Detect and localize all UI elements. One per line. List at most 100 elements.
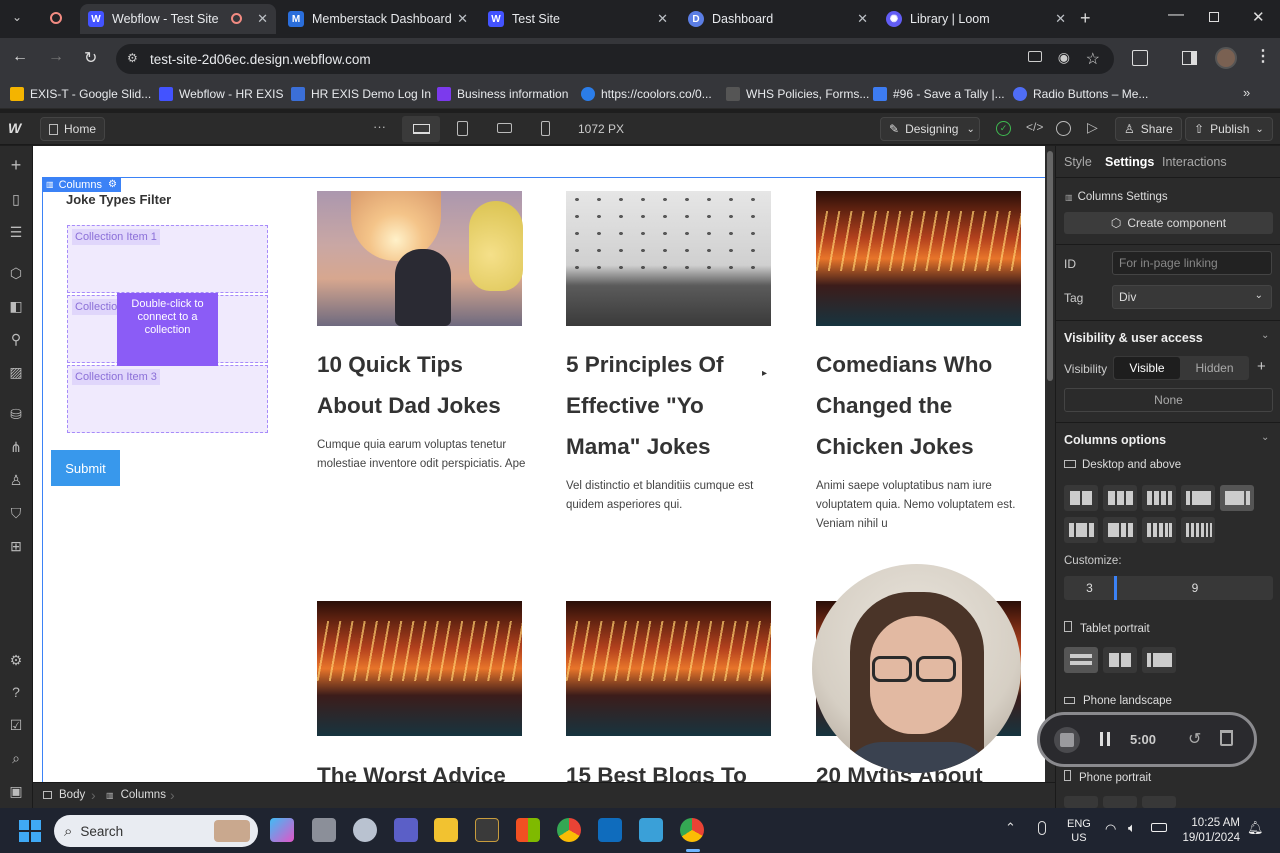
pause-icon[interactable]	[1100, 732, 1110, 746]
tablet-layout-2col[interactable]	[1103, 647, 1137, 673]
bookmark-item[interactable]: HR EXIS Demo Log In	[291, 85, 431, 103]
breakpoint-desktop-button[interactable]	[402, 116, 440, 142]
tablet-layout-1-3col[interactable]	[1142, 647, 1176, 673]
connect-collection-tooltip[interactable]: Double-click to connect to a collection	[117, 293, 218, 366]
mode-dropdown[interactable]: ✎ Designing ⌄	[880, 117, 980, 141]
add-condition-icon[interactable]: +	[1257, 358, 1266, 375]
navigator-icon[interactable]: ☰	[7, 223, 25, 241]
components-icon[interactable]: ⬡	[7, 264, 25, 282]
side-panel-icon[interactable]	[1182, 51, 1197, 65]
help-icon[interactable]: ?	[7, 683, 25, 701]
scrollbar-thumb[interactable]	[1047, 151, 1053, 381]
tab-interactions[interactable]: Interactions	[1162, 155, 1227, 169]
assets-icon[interactable]: ▨	[7, 363, 25, 381]
chevron-down-icon[interactable]: ⌄	[1261, 432, 1269, 443]
notepad-icon[interactable]	[639, 818, 663, 842]
columns-options-heading[interactable]: Columns options	[1064, 433, 1166, 447]
tab-webflow[interactable]: W Webflow - Test Site ✕	[80, 4, 276, 34]
tab-test-site[interactable]: W Test Site ✕	[480, 4, 676, 34]
pages-icon[interactable]: ▯	[7, 190, 25, 208]
minimize-icon[interactable]: —	[1168, 6, 1184, 24]
layout-1-3col[interactable]	[1181, 485, 1215, 511]
visibility-heading[interactable]: Visibility & user access	[1064, 331, 1203, 345]
trash-icon[interactable]	[1220, 730, 1233, 746]
outlook-icon[interactable]	[598, 818, 622, 842]
phone-layout-2col[interactable]	[1103, 796, 1137, 808]
forward-icon[interactable]: →	[48, 48, 64, 66]
bookmark-item[interactable]: Webflow - HR EXIS	[159, 85, 283, 103]
search-icon[interactable]: ⌕	[7, 749, 25, 767]
notification-bell-icon[interactable]: 🔔︎	[1247, 820, 1264, 836]
submit-button[interactable]: Submit	[51, 450, 120, 486]
variables-icon[interactable]: ⚲	[7, 330, 25, 348]
reload-icon[interactable]: ↻	[84, 48, 97, 68]
close-tab-icon[interactable]: ✕	[257, 11, 268, 27]
code-icon[interactable]: </>	[1026, 120, 1043, 134]
tab-loom[interactable]: ✺ Library | Loom ✕	[878, 4, 1074, 34]
video-icon[interactable]: ▣	[7, 782, 25, 800]
id-input[interactable]: For in-page linking	[1112, 251, 1272, 275]
canvas-scrollbar[interactable]	[1045, 146, 1055, 782]
task-view-icon[interactable]	[312, 818, 336, 842]
close-window-icon[interactable]: ✕	[1252, 8, 1265, 26]
volume-icon[interactable]: 🔈︎	[1128, 820, 1136, 836]
tab-settings[interactable]: Settings	[1105, 155, 1154, 169]
weather-icon[interactable]	[353, 818, 377, 842]
microsoft-store-icon[interactable]	[516, 818, 540, 842]
close-tab-icon[interactable]: ✕	[657, 11, 668, 27]
styles-icon[interactable]: ◧	[7, 297, 25, 315]
close-tab-icon[interactable]: ✕	[457, 11, 468, 27]
users-icon[interactable]: ♙	[7, 471, 25, 489]
breadcrumb-body[interactable]: Body	[43, 789, 85, 801]
ecommerce-icon[interactable]: ⛉	[7, 504, 25, 522]
layout-3col[interactable]	[1103, 485, 1137, 511]
column-split-control[interactable]: 3 9	[1064, 576, 1273, 600]
page-selector[interactable]: Home	[40, 117, 106, 141]
tab-memberstack[interactable]: M Memberstack Dashboard ✕	[280, 4, 476, 34]
layout-4col[interactable]	[1142, 485, 1176, 511]
app-icon[interactable]	[475, 818, 499, 842]
language-indicator[interactable]: ENG US	[1067, 817, 1091, 845]
tab-style[interactable]: Style	[1064, 155, 1092, 169]
battery-icon[interactable]	[1151, 823, 1167, 832]
new-tab-icon[interactable]: +	[1080, 8, 1091, 29]
preview-play-icon[interactable]: ▷	[1087, 119, 1098, 136]
tab-dashboard[interactable]: D Dashboard ✕	[680, 4, 876, 34]
breadcrumb-columns[interactable]: ▥ Columns	[106, 789, 166, 801]
column-right-value[interactable]: 9	[1117, 576, 1273, 600]
more-options-icon[interactable]: ···	[373, 119, 386, 134]
check-status-icon[interactable]: ✓	[996, 121, 1011, 136]
layout-2-1-1col[interactable]	[1103, 517, 1137, 543]
chevron-up-icon[interactable]: ⌃	[1005, 820, 1016, 836]
create-component-button[interactable]: ⬡ Create component	[1064, 212, 1273, 234]
bookmark-star-icon[interactable]: ☆	[1086, 49, 1100, 69]
more-menu-icon[interactable]: ⋮	[1255, 46, 1271, 66]
visibility-toggle[interactable]: Visible Hidden	[1113, 356, 1249, 380]
tablet-icon[interactable]	[457, 121, 468, 136]
comment-icon[interactable]	[1056, 121, 1071, 136]
taskbar-search[interactable]: ⌕ Search	[54, 815, 258, 847]
layout-6col[interactable]	[1181, 517, 1215, 543]
audit-icon[interactable]: ☑	[7, 716, 25, 734]
chrome-icon[interactable]	[557, 818, 581, 842]
wifi-icon[interactable]: ◠	[1105, 821, 1116, 837]
phone-icon[interactable]	[541, 121, 550, 136]
clock[interactable]: 10:25 AM 19/01/2024	[1180, 816, 1240, 846]
bookmark-item[interactable]: EXIS-T - Google Slid...	[10, 85, 151, 103]
windows-start-icon[interactable]	[19, 820, 41, 842]
chrome-profile-icon[interactable]	[680, 818, 704, 842]
cms-icon[interactable]: ⛁	[7, 405, 25, 423]
visible-option[interactable]: Visible	[1114, 357, 1180, 379]
add-icon[interactable]: +	[7, 156, 25, 174]
teams-icon[interactable]	[394, 818, 418, 842]
bookmark-item[interactable]: Radio Buttons – Me...	[1013, 85, 1148, 103]
more-bookmarks-icon[interactable]: »	[1243, 85, 1250, 100]
layout-5col[interactable]	[1142, 517, 1176, 543]
selected-element-badge[interactable]: ▥ Columns ⚙	[42, 177, 121, 192]
hidden-option[interactable]: Hidden	[1181, 357, 1248, 379]
extensions-icon[interactable]	[1132, 50, 1148, 66]
gear-icon[interactable]: ⚙	[108, 179, 117, 190]
microphone-icon[interactable]	[1038, 821, 1046, 835]
camera-icon[interactable]	[1028, 51, 1042, 62]
chevron-down-icon[interactable]: ⌄	[1261, 330, 1269, 341]
